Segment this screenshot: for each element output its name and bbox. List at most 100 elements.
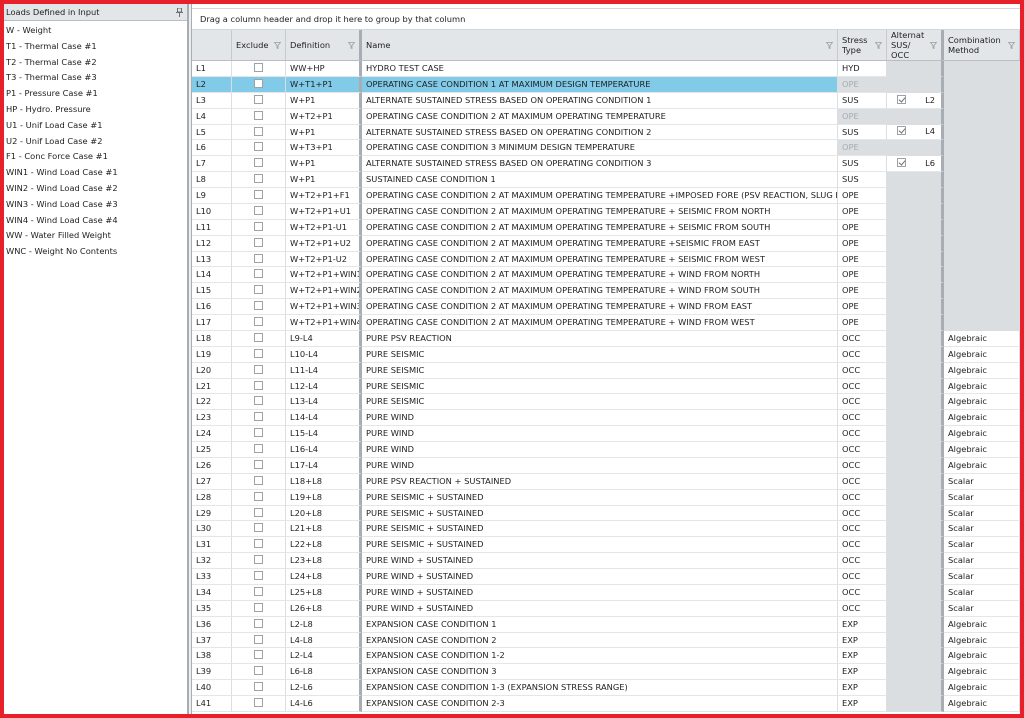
table-row[interactable]: L4 W+T2+P1 OPERATING CASE CONDITION 2 AT M… (192, 108, 1020, 125)
definition-cell[interactable]: L17-L4 (286, 457, 362, 474)
filter-icon[interactable] (274, 41, 281, 49)
exclude-checkbox[interactable] (254, 285, 263, 295)
load-item[interactable]: WIN1 - Wind Load Case #1 (6, 165, 187, 181)
name-cell[interactable]: OPERATING CASE CONDITION 2 AT MAXIMUM OP… (362, 315, 838, 331)
table-row[interactable]: L32 L23+L8 PURE WIND + SUSTAINED OCC Scalar (192, 553, 1020, 569)
definition-cell[interactable]: W+P1 (286, 124, 362, 141)
exclude-checkbox[interactable] (254, 507, 263, 517)
stress-type-cell[interactable]: EXP (838, 664, 887, 681)
exclude-checkbox[interactable] (254, 142, 263, 152)
table-row[interactable]: L12 W+T2+P1+U2 OPERATING CASE CONDITION 2 … (192, 235, 1020, 252)
definition-cell[interactable]: L14-L4 (286, 410, 362, 427)
combination-method-cell[interactable]: Algebraic (944, 442, 1020, 458)
table-row[interactable]: L23 L14-L4 PURE WIND OCC Algebraic (192, 410, 1020, 427)
table-row[interactable]: L20 L11-L4 PURE SEISMIC OCC Algebraic (192, 362, 1020, 379)
combination-method-cell[interactable]: Scalar (944, 521, 1020, 538)
combination-method-cell[interactable]: Algebraic (944, 680, 1020, 696)
name-cell[interactable]: PURE WIND (362, 442, 838, 458)
combination-method-cell[interactable]: Algebraic (944, 632, 1020, 649)
exclude-checkbox[interactable] (254, 523, 263, 533)
combination-method-cell[interactable]: Algebraic (944, 648, 1020, 665)
load-item[interactable]: T1 - Thermal Case #1 (6, 39, 187, 55)
stress-type-cell[interactable]: OCC (838, 584, 887, 601)
filter-icon[interactable] (826, 41, 833, 49)
name-cell[interactable]: HYDRO TEST CASE (362, 61, 838, 77)
filter-icon[interactable] (875, 41, 882, 49)
combination-method-cell[interactable]: Scalar (944, 537, 1020, 554)
definition-cell[interactable]: W+T3+P1 (286, 140, 362, 157)
load-item[interactable]: W - Weight (6, 23, 187, 39)
name-cell[interactable]: ALTERNATE SUSTAINED STRESS BASED ON OPER… (362, 156, 838, 173)
name-cell[interactable]: PURE WIND (362, 426, 838, 442)
exclude-checkbox[interactable] (254, 269, 263, 279)
table-row[interactable]: L22 L13-L4 PURE SEISMIC OCC Algebraic (192, 394, 1020, 411)
stress-type-cell[interactable]: HYD (838, 61, 887, 77)
load-item[interactable]: WW - Water Filled Weight (6, 228, 187, 244)
column-header-definition[interactable]: Definition (286, 30, 362, 60)
definition-cell[interactable]: WW+HP (286, 61, 362, 77)
stress-type-cell[interactable]: OCC (838, 394, 887, 411)
table-row[interactable]: L31 L22+L8 PURE SEISMIC + SUSTAINED OCC Scal… (192, 537, 1020, 554)
definition-cell[interactable]: L23+L8 (286, 553, 362, 569)
name-cell[interactable]: PURE SEISMIC (362, 346, 838, 363)
exclude-checkbox[interactable] (254, 253, 263, 263)
name-cell[interactable]: PURE WIND + SUSTAINED (362, 569, 838, 585)
exclude-checkbox[interactable] (254, 555, 263, 565)
combination-method-cell[interactable]: Scalar (944, 584, 1020, 601)
name-cell[interactable]: PURE PSV REACTION + SUSTAINED (362, 473, 838, 490)
combination-method-cell[interactable]: Algebraic (944, 616, 1020, 633)
name-cell[interactable]: PURE WIND + SUSTAINED (362, 553, 838, 569)
definition-cell[interactable]: L22+L8 (286, 537, 362, 554)
pin-icon[interactable] (175, 7, 183, 17)
alternate-checkbox[interactable] (897, 126, 906, 136)
stress-type-cell[interactable]: OCC (838, 426, 887, 442)
definition-cell[interactable]: L2-L4 (286, 648, 362, 665)
table-row[interactable]: L39 L6-L8 EXPANSION CASE CONDITION 3 EXP Alg… (192, 664, 1020, 681)
combination-method-cell[interactable]: Scalar (944, 553, 1020, 569)
table-row[interactable]: L6 W+T3+P1 OPERATING CASE CONDITION 3 MINI… (192, 140, 1020, 157)
definition-cell[interactable]: W+T2+P1+WIN3 (286, 299, 362, 315)
exclude-checkbox[interactable] (254, 205, 263, 215)
table-row[interactable]: L30 L21+L8 PURE SEISMIC + SUSTAINED OCC Scal… (192, 521, 1020, 538)
load-item[interactable]: U2 - Unif Load Case #2 (6, 134, 187, 150)
exclude-checkbox[interactable] (254, 126, 263, 136)
table-row[interactable]: L40 L2-L6 EXPANSION CASE CONDITION 1-3 (EX… (192, 680, 1020, 696)
table-row[interactable]: L21 L12-L4 PURE SEISMIC OCC Algebraic (192, 378, 1020, 395)
stress-type-cell[interactable]: OPE (838, 315, 887, 331)
column-header-combination-method[interactable]: Combination Method (944, 30, 1020, 60)
stress-type-cell[interactable]: OCC (838, 410, 887, 427)
exclude-checkbox[interactable] (254, 682, 263, 692)
definition-cell[interactable]: L4-L6 (286, 696, 362, 712)
stress-type-cell[interactable]: OCC (838, 537, 887, 554)
exclude-checkbox[interactable] (254, 459, 263, 469)
stress-type-cell[interactable]: OCC (838, 489, 887, 506)
column-header-id[interactable] (192, 30, 232, 60)
load-item[interactable]: U1 - Unif Load Case #1 (6, 118, 187, 134)
exclude-checkbox[interactable] (254, 539, 263, 549)
exclude-checkbox[interactable] (254, 364, 263, 374)
stress-type-cell[interactable]: OCC (838, 378, 887, 395)
name-cell[interactable]: PURE SEISMIC (362, 394, 838, 411)
exclude-checkbox[interactable] (254, 237, 263, 247)
table-row[interactable]: L29 L20+L8 PURE SEISMIC + SUSTAINED OCC Scal… (192, 505, 1020, 522)
name-cell[interactable]: EXPANSION CASE CONDITION 1-2 (362, 648, 838, 665)
alternate-cell[interactable]: L6 (887, 156, 944, 173)
stress-type-cell[interactable]: EXP (838, 616, 887, 633)
name-cell[interactable]: OPERATING CASE CONDITION 2 AT MAXIMUM OP… (362, 267, 838, 284)
stress-type-cell[interactable]: OCC (838, 362, 887, 379)
definition-cell[interactable]: W+T2+P1+F1 (286, 188, 362, 204)
column-header-stress-type[interactable]: Stress Type (838, 30, 887, 60)
definition-cell[interactable]: W+T2+P1+WIN1 (286, 267, 362, 284)
name-cell[interactable]: PURE SEISMIC + SUSTAINED (362, 505, 838, 522)
name-cell[interactable]: PURE WIND + SUSTAINED (362, 600, 838, 617)
table-row[interactable]: L8 W+P1 SUSTAINED CASE CONDITION 1 SUS (192, 172, 1020, 188)
table-row[interactable]: L19 L10-L4 PURE SEISMIC OCC Algebraic (192, 346, 1020, 363)
name-cell[interactable]: PURE PSV REACTION (362, 330, 838, 347)
definition-cell[interactable]: L2-L6 (286, 680, 362, 696)
combination-method-cell[interactable]: Algebraic (944, 426, 1020, 442)
exclude-checkbox[interactable] (254, 317, 263, 326)
stress-type-cell[interactable]: OPE (838, 299, 887, 315)
stress-type-cell[interactable]: OCC (838, 505, 887, 522)
definition-cell[interactable]: L10-L4 (286, 346, 362, 363)
name-cell[interactable]: PURE WIND + SUSTAINED (362, 584, 838, 601)
